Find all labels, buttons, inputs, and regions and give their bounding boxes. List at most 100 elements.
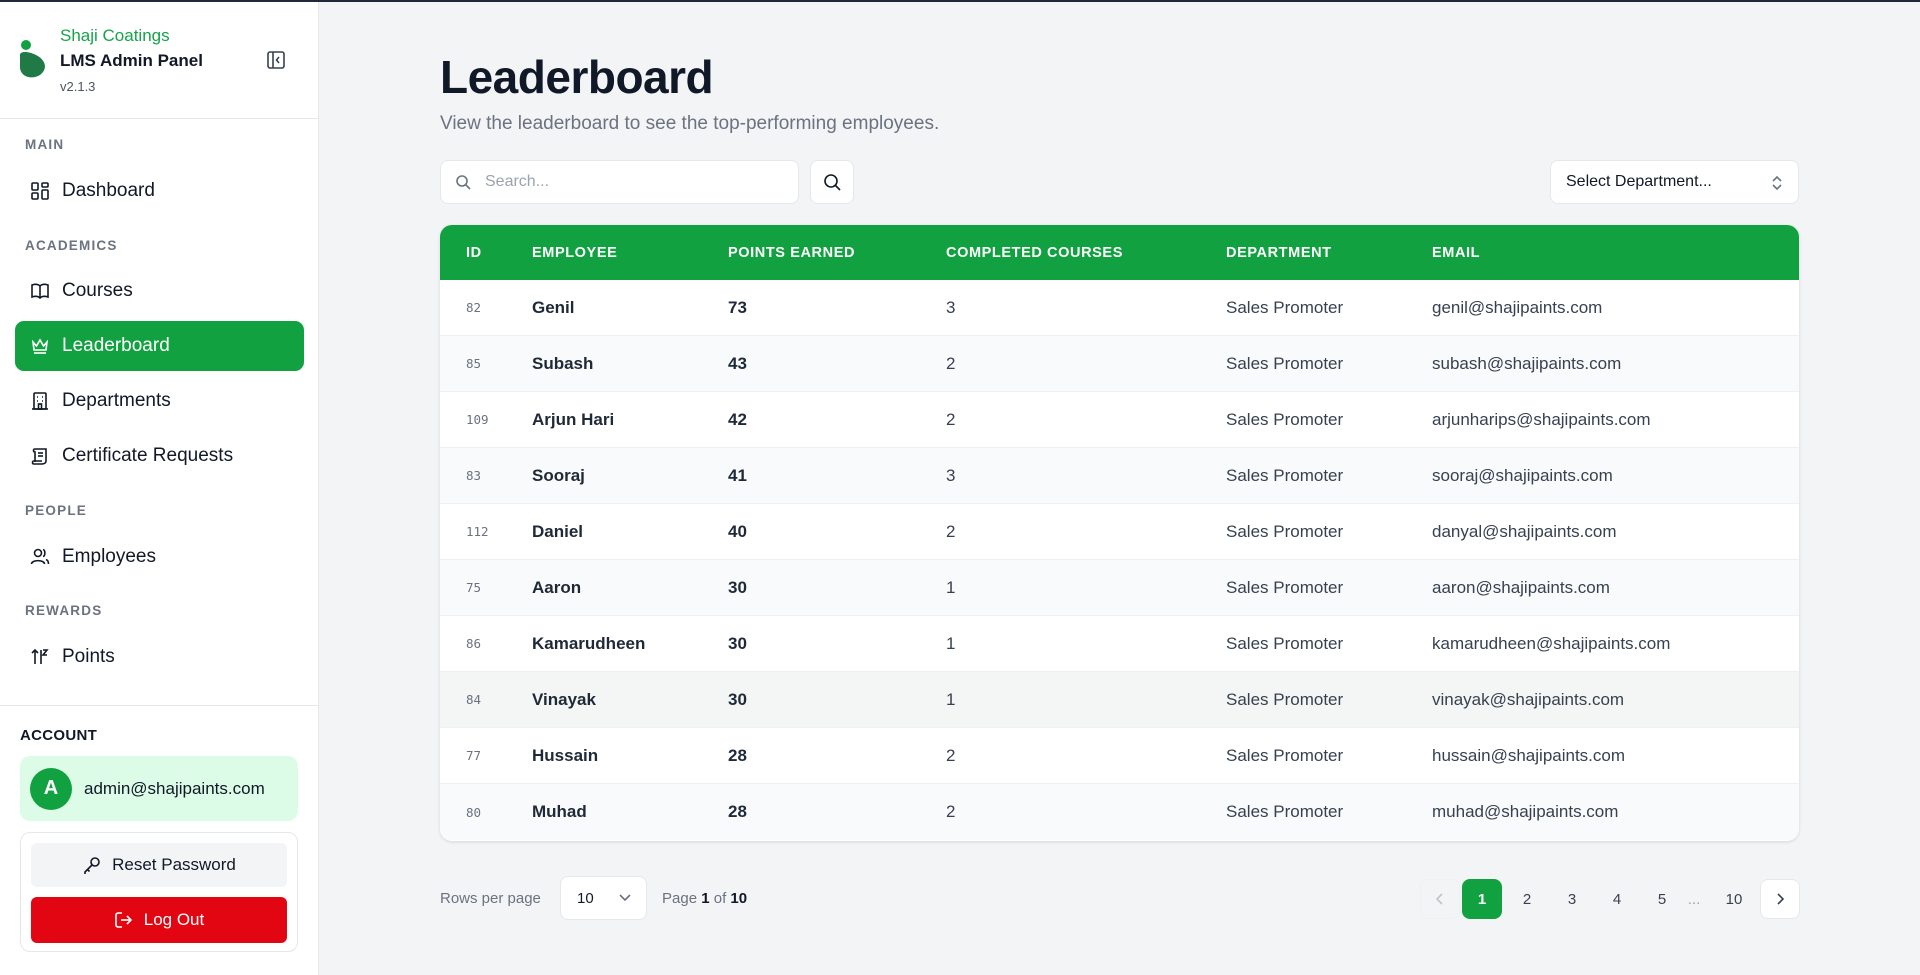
sidebar-item-courses[interactable]: Courses [15, 266, 304, 316]
table-row[interactable]: 75 Aaron 30 1 Sales Promoter aaron@shaji… [440, 560, 1799, 616]
page-info-current: 1 [701, 890, 710, 907]
department-select[interactable]: Select Department... [1550, 160, 1799, 204]
page-button-1[interactable]: 1 [1462, 879, 1502, 919]
next-page-button[interactable] [1760, 879, 1800, 919]
column-header-email[interactable]: EMAIL [1432, 245, 1799, 261]
cell-employee: Hussain [532, 745, 599, 765]
reset-password-button[interactable]: Reset Password [31, 843, 287, 887]
cell-points: 30 [728, 689, 747, 709]
column-header-points[interactable]: POINTS EARNED [728, 245, 946, 261]
page-button-2[interactable]: 2 [1507, 879, 1547, 919]
brand-app-name: LMS Admin Panel [60, 51, 203, 70]
key-icon [84, 857, 100, 874]
table-row[interactable]: 86 Kamarudheen 30 1 Sales Promoter kamar… [440, 616, 1799, 672]
table-row[interactable]: 80 Muhad 28 2 Sales Promoter muhad@shaji… [440, 784, 1799, 840]
cell-email: vinayak@shajipaints.com [1432, 689, 1625, 709]
log-out-button[interactable]: Log Out [31, 897, 287, 943]
cell-department: Sales Promoter [1226, 577, 1344, 597]
users-icon [30, 548, 50, 565]
page-button-3[interactable]: 3 [1552, 879, 1592, 919]
section-label-academics: ACADEMICS [25, 238, 118, 253]
cell-courses: 1 [946, 689, 956, 709]
cell-employee: Genil [532, 297, 575, 317]
sidebar-item-label: Certificate Requests [62, 445, 234, 466]
dashboard-icon [31, 182, 49, 200]
sidebar-item-departments[interactable]: Departments [15, 376, 304, 426]
brand-company: Shaji Coatings [60, 26, 170, 45]
sidebar-item-label: Leaderboard [62, 335, 170, 356]
cell-points: 73 [728, 297, 747, 317]
cell-department: Sales Promoter [1226, 297, 1344, 317]
section-label-main: MAIN [25, 137, 65, 152]
divider [0, 118, 319, 119]
cell-employee: Sooraj [532, 465, 585, 485]
cell-email: danyal@shajipaints.com [1432, 521, 1617, 541]
sidebar-item-label: Courses [62, 280, 133, 301]
page-button-5[interactable]: 5 [1642, 879, 1682, 919]
search-button[interactable] [810, 160, 854, 204]
column-header-employee[interactable]: EMPLOYEE [532, 245, 728, 261]
page-button-10[interactable]: 10 [1714, 879, 1754, 919]
search-input[interactable] [485, 173, 785, 191]
cell-points: 43 [728, 353, 747, 373]
sidebar-collapse-icon[interactable] [266, 50, 286, 70]
column-header-department[interactable]: DEPARTMENT [1226, 245, 1432, 261]
department-select-value: Select Department... [1566, 173, 1712, 190]
sidebar-item-label: Dashboard [62, 180, 155, 201]
cell-id: 109 [466, 412, 489, 427]
page-info-total: 10 [730, 890, 748, 907]
table-row[interactable]: 77 Hussain 28 2 Sales Promoter hussain@s… [440, 728, 1799, 784]
account-email: admin@shajipaints.com [84, 778, 265, 798]
brand-version: v2.1.3 [60, 79, 96, 94]
cell-employee: Muhad [532, 802, 587, 821]
cell-id: 86 [466, 636, 482, 651]
cell-id: 112 [466, 524, 489, 539]
cell-id: 75 [466, 580, 482, 595]
cell-courses: 1 [946, 633, 956, 653]
page-button-4[interactable]: 4 [1597, 879, 1637, 919]
building-icon [32, 392, 48, 410]
rows-per-page-value: 10 [577, 889, 594, 907]
table-row[interactable]: 84 Vinayak 30 1 Sales Promoter vinayak@s… [440, 672, 1799, 728]
cell-email: muhad@shajipaints.com [1432, 802, 1619, 821]
cell-department: Sales Promoter [1226, 802, 1344, 821]
table-row[interactable]: 85 Subash 43 2 Sales Promoter subash@sha… [440, 336, 1799, 392]
cell-department: Sales Promoter [1226, 353, 1344, 373]
log-out-icon [114, 912, 132, 928]
chevron-down-icon [619, 894, 631, 902]
account-card[interactable]: A admin@shajipaints.com [20, 756, 298, 821]
cell-points: 30 [728, 577, 747, 597]
sidebar-item-label: Departments [62, 390, 171, 411]
sidebar-item-points[interactable]: Points [15, 632, 304, 682]
cell-email: arjunharips@shajipaints.com [1432, 409, 1651, 429]
sidebar-item-leaderboard[interactable]: Leaderboard [15, 321, 304, 371]
account-actions: Reset Password Log Out [20, 832, 298, 952]
cell-courses: 3 [946, 297, 956, 317]
column-header-courses[interactable]: COMPLETED COURSES [946, 245, 1226, 261]
cell-employee: Kamarudheen [532, 633, 646, 653]
cell-employee: Daniel [532, 521, 584, 541]
table-row[interactable]: 109 Arjun Hari 42 2 Sales Promoter arjun… [440, 392, 1799, 448]
rows-per-page-select[interactable]: 10 [560, 876, 647, 920]
table-row[interactable]: 82 Genil 73 3 Sales Promoter genil@shaji… [440, 280, 1799, 336]
cell-points: 28 [728, 745, 747, 765]
cell-department: Sales Promoter [1226, 689, 1344, 709]
cell-courses: 1 [946, 577, 956, 597]
table-row[interactable]: 112 Daniel 40 2 Sales Promoter danyal@sh… [440, 504, 1799, 560]
leaderboard-table: ID EMPLOYEE POINTS EARNED COMPLETED COUR… [440, 225, 1799, 841]
cell-employee: Vinayak [532, 689, 596, 709]
previous-page-button[interactable] [1420, 879, 1460, 919]
avatar: A [30, 767, 72, 810]
table-body: 82 Genil 73 3 Sales Promoter genil@shaji… [440, 280, 1799, 840]
cell-department: Sales Promoter [1226, 745, 1344, 765]
section-label-people: PEOPLE [25, 503, 87, 518]
column-header-id[interactable]: ID [440, 245, 532, 261]
table-row[interactable]: 83 Sooraj 41 3 Sales Promoter sooraj@sha… [440, 448, 1799, 504]
sidebar-item-certificate-requests[interactable]: Certificate Requests [15, 431, 304, 481]
sidebar-item-employees[interactable]: Employees [15, 532, 304, 582]
book-icon [31, 283, 49, 300]
sidebar-item-label: Employees [62, 546, 156, 567]
sidebar-item-dashboard[interactable]: Dashboard [15, 166, 304, 216]
cell-points: 28 [728, 802, 747, 821]
cell-employee: Arjun Hari [532, 409, 615, 429]
